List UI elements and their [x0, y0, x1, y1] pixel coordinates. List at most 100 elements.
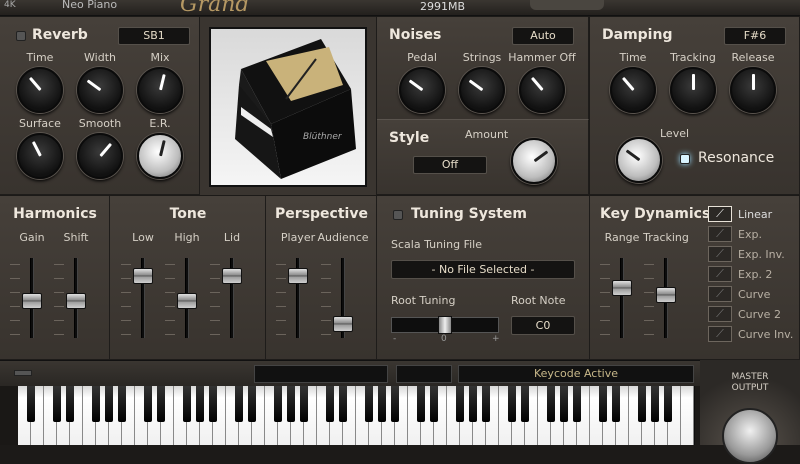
black-key[interactable] [638, 386, 646, 422]
damping-release-knob[interactable] [730, 67, 776, 113]
reverb-surface-knob[interactable] [17, 133, 63, 179]
key-dynamics-range-fader[interactable] [612, 280, 632, 297]
black-key[interactable] [651, 386, 659, 422]
black-key[interactable] [430, 386, 438, 422]
key-dynamics-tracking-fader[interactable] [656, 286, 676, 303]
root-note-select[interactable]: C0 [511, 316, 575, 335]
black-key[interactable] [300, 386, 308, 422]
black-key[interactable] [664, 386, 672, 422]
reverb-enable-toggle[interactable] [16, 31, 26, 41]
keyboard-left-cap [0, 386, 18, 445]
resonance-toggle[interactable] [680, 154, 690, 164]
reverb-mix-knob[interactable] [137, 67, 183, 113]
black-key[interactable] [482, 386, 490, 422]
black-key[interactable] [209, 386, 217, 422]
perspective-player-fader[interactable] [288, 267, 308, 284]
harmonics-gain-fader[interactable] [22, 293, 42, 310]
black-key[interactable] [339, 386, 347, 422]
black-key[interactable] [235, 386, 243, 422]
tone-lid-fader[interactable] [222, 267, 242, 284]
menu-dropdown-button[interactable] [530, 0, 604, 10]
fader-tick [210, 278, 220, 279]
display-slot-2 [396, 365, 452, 383]
black-key[interactable] [365, 386, 373, 422]
black-key[interactable] [417, 386, 425, 422]
perspective-audience-fader[interactable] [333, 315, 353, 332]
reverb-time-knob[interactable] [17, 67, 63, 113]
black-key[interactable] [560, 386, 568, 422]
black-key[interactable] [469, 386, 477, 422]
black-key[interactable] [53, 386, 61, 422]
noises-title: Noises [389, 27, 442, 43]
black-key[interactable] [66, 386, 74, 422]
black-key[interactable] [27, 386, 35, 422]
tone-low-fader[interactable] [133, 267, 153, 284]
root-tuning-thumb[interactable] [438, 316, 452, 334]
curve-option[interactable]: ⟋ Linear [708, 204, 800, 224]
black-key[interactable] [326, 386, 334, 422]
black-key[interactable] [274, 386, 282, 422]
damping-tracking-knob[interactable] [670, 67, 716, 113]
tuning-enable-toggle[interactable] [393, 210, 403, 220]
root-tuning-slider[interactable] [391, 316, 499, 334]
damping-time-knob[interactable] [610, 67, 656, 113]
curve-option[interactable]: ⟋ Curve 2 [708, 304, 800, 324]
black-key[interactable] [508, 386, 516, 422]
black-key[interactable] [521, 386, 529, 422]
scala-file-select[interactable]: - No File Selected - [391, 260, 575, 279]
noises-pedal-knob[interactable] [399, 67, 445, 113]
noises-mode-select[interactable]: Auto [512, 27, 574, 45]
level-knob[interactable] [616, 137, 662, 183]
curve-option-label: Exp. [738, 227, 762, 241]
black-key[interactable] [105, 386, 113, 422]
black-key[interactable] [287, 386, 295, 422]
white-key[interactable] [681, 386, 694, 445]
reverb-width-knob[interactable] [77, 67, 123, 113]
black-key[interactable] [456, 386, 464, 422]
piano-keyboard[interactable] [18, 386, 695, 445]
damping-note-select[interactable]: F#6 [724, 27, 786, 45]
black-key[interactable] [378, 386, 386, 422]
curve-option[interactable]: ⟋ Exp. [708, 224, 800, 244]
black-key[interactable] [196, 386, 204, 422]
curve-option[interactable]: ⟋ Exp. 2 [708, 264, 800, 284]
black-key[interactable] [157, 386, 165, 422]
master-volume-knob[interactable] [722, 408, 778, 464]
black-key[interactable] [391, 386, 399, 422]
style-select[interactable]: Off [413, 156, 487, 174]
black-key[interactable] [183, 386, 191, 422]
curve-option[interactable]: ⟋ Exp. Inv. [708, 244, 800, 264]
black-key[interactable] [248, 386, 256, 422]
resolution-badge[interactable]: 4K [4, 0, 16, 10]
fader-tick [321, 264, 331, 265]
reverb-preset-select[interactable]: SB1 [118, 27, 190, 45]
curve-option[interactable]: ⟋ Curve [708, 284, 800, 304]
black-key[interactable] [547, 386, 555, 422]
preset-name[interactable]: Neo Piano [62, 0, 117, 11]
fader-tick [165, 264, 175, 265]
black-key[interactable] [612, 386, 620, 422]
memory-usage: 2991MB [420, 0, 466, 13]
black-key[interactable] [92, 386, 100, 422]
black-key[interactable] [144, 386, 152, 422]
reverb-smooth-knob[interactable] [77, 133, 123, 179]
noises-strings-knob[interactable] [459, 67, 505, 113]
fader-tick [10, 320, 20, 321]
fader-tick [600, 306, 610, 307]
fader-tick [54, 264, 64, 265]
curve-option[interactable]: ⟋ Curve Inv. [708, 324, 800, 344]
damping-title: Damping [602, 27, 673, 43]
slider-max-label: + [492, 334, 500, 344]
style-amount-knob[interactable] [511, 138, 557, 184]
tone-high-fader[interactable] [177, 293, 197, 310]
key-dynamics-range-fader-track[interactable] [620, 258, 624, 338]
black-key[interactable] [118, 386, 126, 422]
noises-hammer-off-knob[interactable] [519, 67, 565, 113]
tone-fader-label: Lid [223, 231, 241, 244]
harmonics-panel: Harmonics Gain Shift [0, 196, 110, 360]
black-key[interactable] [599, 386, 607, 422]
black-key[interactable] [573, 386, 581, 422]
harmonics-shift-fader[interactable] [66, 293, 86, 310]
reverb-e-r-knob[interactable] [137, 133, 183, 179]
velocity-curve-list: ⟋ Linear ⟋ Exp. ⟋ Exp. Inv. ⟋ Exp. 2 ⟋ Curve ⟋ Curv… [708, 204, 800, 344]
